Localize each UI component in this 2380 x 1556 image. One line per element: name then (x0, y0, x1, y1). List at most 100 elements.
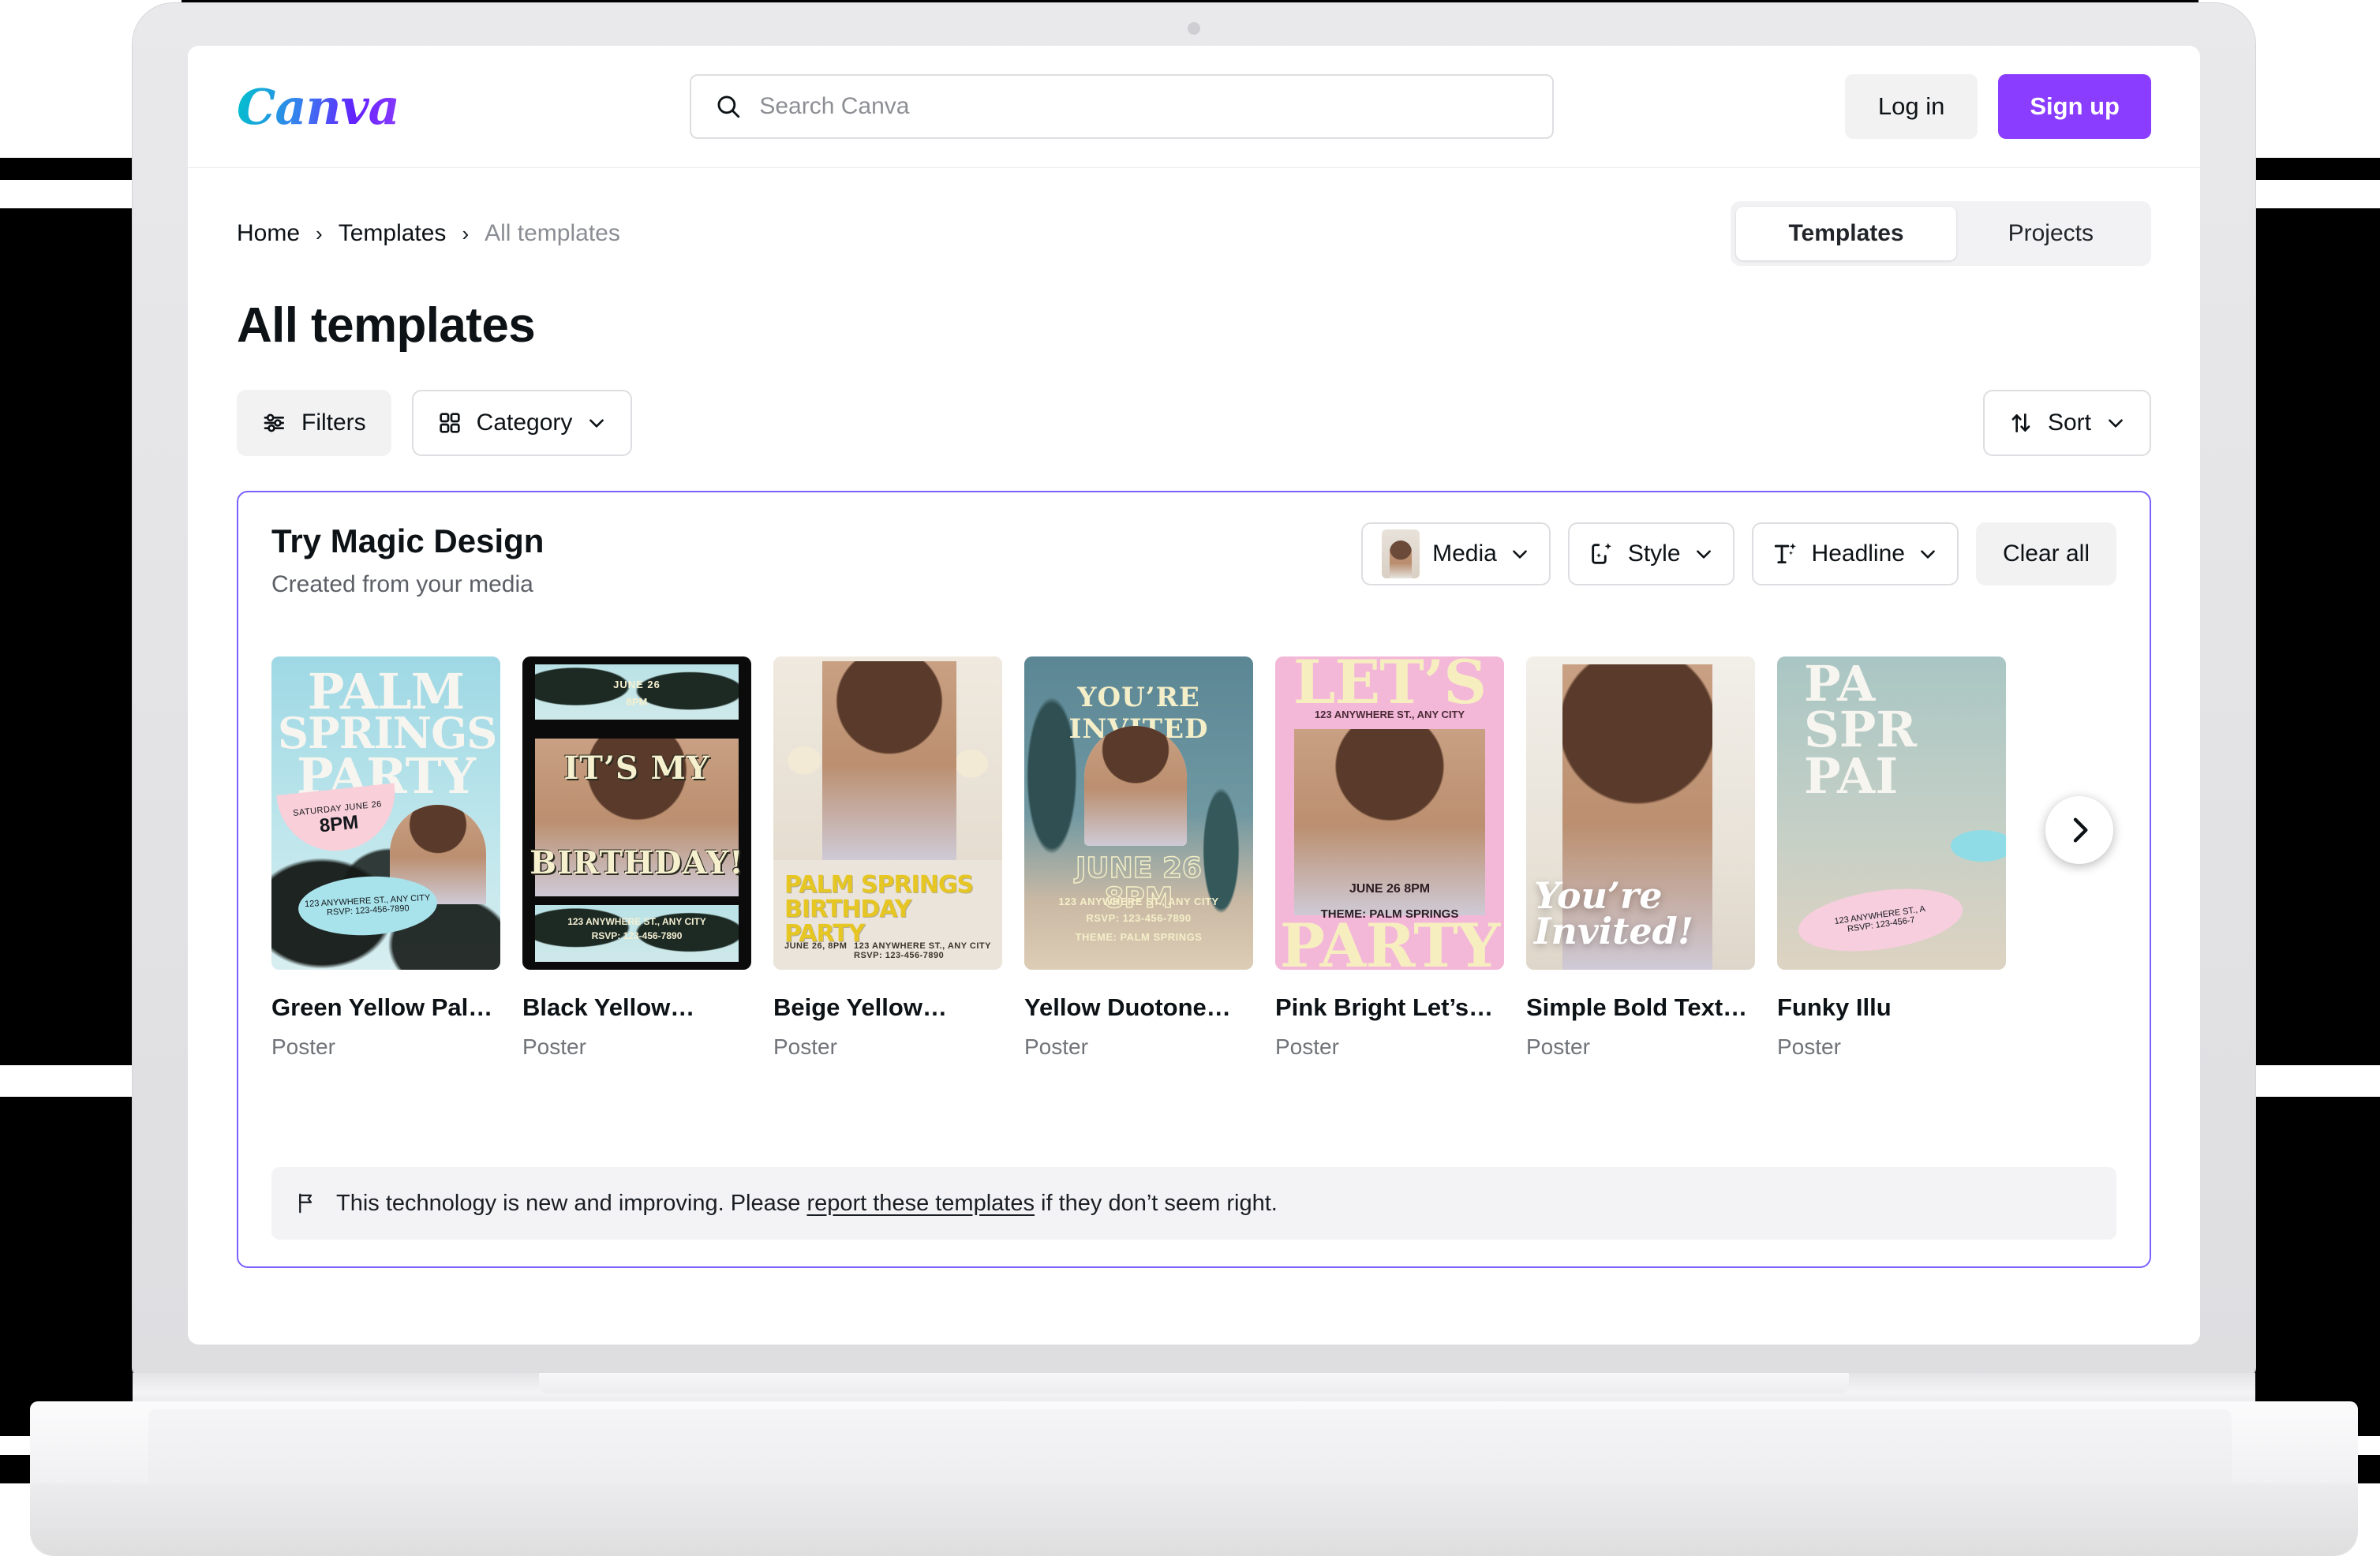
chevron-down-icon (2109, 419, 2123, 428)
template-thumbnail[interactable]: YOU’RE INVITED JUNE 26 8PM THEME: PALM S… (1024, 656, 1253, 970)
poster-rsvp: RSVP: 123-456-7890 (591, 930, 683, 941)
poster-date: JUNE 26 (1075, 852, 1202, 885)
poster-photo (535, 664, 739, 720)
poster-theme: THEME: PALM SPRINGS (1075, 931, 1203, 943)
search-area (399, 74, 1845, 139)
category-dropdown[interactable]: Category (411, 390, 633, 456)
clear-all-button[interactable]: Clear all (1975, 522, 2116, 585)
breadcrumb-item-all-templates: All templates (485, 220, 620, 246)
poster-heading-line: PARTY (1279, 911, 1500, 970)
media-label: Media (1432, 540, 1497, 567)
notice-text: This technology is new and improving. Pl… (336, 1191, 1278, 1217)
poster-address: 123 ANYWHERE ST., ANY CITY (567, 916, 706, 927)
style-dropdown[interactable]: Style (1567, 522, 1734, 585)
poster-date: JUNE 26 (613, 679, 660, 690)
poster-date: JUNE 26, 8PM (784, 941, 848, 951)
template-thumbnail[interactable]: You’re Invited! (1526, 656, 1755, 970)
magic-design-notice: This technology is new and improving. Pl… (271, 1167, 2116, 1240)
search-input[interactable] (759, 93, 1529, 120)
template-card[interactable]: YOU’RE INVITED JUNE 26 8PM THEME: PALM S… (1024, 656, 1253, 1060)
view-switch: Templates Projects (1731, 201, 2151, 266)
poster-heading-line: BIRTHDAY PARTY (784, 896, 911, 948)
template-title: Pink Bright Let’s… (1275, 993, 1494, 1021)
magic-design-controls: Media Style Headline Clear all (1361, 522, 2116, 585)
poster-heading: PA SPR PAI (1804, 659, 2006, 800)
poster-photo (773, 656, 1002, 860)
template-thumbnail[interactable]: JUNE 26 8PM IT’S MY BIRTHDAY! 123 ANYWHE… (522, 656, 751, 970)
template-thumbnail[interactable]: PA SPR PAI 123 ANYWHERE ST., A RSVP: 123… (1777, 656, 2006, 970)
template-thumbnail[interactable]: PALM SPRINGS BIRTHDAY PARTY JUNE 26, 8PM… (773, 656, 1002, 970)
poster-heading-line: IT’S MY (563, 750, 710, 787)
poster-film-frame: JUNE 26 8PM (535, 664, 739, 720)
laptop-camera (1188, 22, 1200, 35)
sliders-icon (264, 413, 284, 432)
media-thumbnail-icon (1382, 529, 1420, 578)
template-title: Black Yellow… (522, 993, 695, 1021)
breadcrumb-item-templates[interactable]: Templates (339, 220, 447, 247)
chevron-right-icon: › (462, 221, 470, 245)
template-thumbnail[interactable]: PALM SPRINGS PARTY SATURDAY JUNE 26 8PM (271, 656, 500, 970)
poster-date: JUNE 26 8PM (1349, 882, 1431, 896)
template-type: Poster (1024, 1034, 1088, 1059)
template-card[interactable]: PALM SPRINGS BIRTHDAY PARTY JUNE 26, 8PM… (773, 656, 1002, 1060)
media-dropdown[interactable]: Media (1361, 522, 1551, 585)
poster-meta: JUNE 26, 8PM 123 ANYWHERE ST., ANY CITY … (784, 941, 991, 960)
template-card[interactable]: PALM SPRINGS PARTY SATURDAY JUNE 26 8PM (271, 656, 500, 1060)
canva-page: Canva Log in Sign up (188, 46, 2200, 1345)
auth-buttons: Log in Sign up (1844, 74, 2151, 139)
breadcrumb-item-home[interactable]: Home (237, 220, 300, 247)
tab-templates[interactable]: Templates (1736, 207, 1956, 260)
headline-dropdown[interactable]: Headline (1751, 522, 1959, 585)
category-label: Category (476, 410, 573, 436)
poster-heading: PALM SPRINGS PARTY (278, 667, 497, 800)
poster-heading-line: PALM SPRINGS (784, 871, 974, 899)
poster-heading: PALM SPRINGS BIRTHDAY PARTY (773, 860, 1002, 947)
controls-left: Filters Category (237, 390, 633, 456)
template-card[interactable]: PA SPR PAI 123 ANYWHERE ST., A RSVP: 123… (1777, 656, 2006, 1060)
sort-dropdown[interactable]: Sort (1982, 390, 2151, 456)
search-icon (717, 95, 740, 118)
login-button[interactable]: Log in (1844, 74, 1978, 139)
top-navigation-bar: Canva Log in Sign up (188, 46, 2200, 168)
laptop-hinge-notch (539, 1373, 1849, 1393)
poster-heading: You’re Invited! (1534, 873, 1747, 952)
poster-heading-line: You’re (1534, 873, 1663, 917)
template-type: Poster (1777, 1034, 1841, 1059)
poster-address: 123 ANYWHERE ST., ANY CITY (854, 941, 991, 951)
template-type: Poster (773, 1034, 837, 1059)
sort-label: Sort (2047, 410, 2091, 436)
template-type: Poster (1275, 1034, 1339, 1059)
poster-address-block: 123 ANYWHERE ST., ANY CITY RSVP: 123-456… (854, 941, 991, 960)
template-title: Beige Yellow… (773, 993, 947, 1021)
signup-button[interactable]: Sign up (1998, 74, 2151, 139)
template-title: Funky Illu (1777, 993, 1892, 1021)
magic-design-titles: Try Magic Design Created from your media (271, 522, 544, 598)
template-card[interactable]: JUNE 26 8PM IT’S MY BIRTHDAY! 123 ANYWHE… (522, 656, 751, 1060)
template-card[interactable]: LET’S 123 ANYWHERE ST., ANY CITY JUNE 26… (1275, 656, 1504, 1060)
grid-icon (440, 413, 460, 433)
poster-photo-arch (1084, 726, 1187, 846)
poster-heading-line: Invited! (1534, 909, 1694, 952)
headline-text-icon (1774, 543, 1796, 564)
magic-design-panel: Try Magic Design Created from your media… (237, 491, 2151, 1268)
headline-label: Headline (1811, 540, 1905, 567)
poster-text-block: PALM SPRINGS BIRTHDAY PARTY JUNE 26, 8PM… (773, 860, 1002, 970)
magic-design-subtitle: Created from your media (271, 571, 533, 597)
poster-address-block: 123 ANYWHERE ST., ANY CITY RSVP: 123-456… (1024, 894, 1253, 927)
chevron-right-icon (2073, 817, 2088, 843)
style-sparkle-icon (1592, 543, 1611, 564)
template-card[interactable]: You’re Invited! Simple Bold Text… Poster (1526, 656, 1755, 1060)
poster-address-block: 123 ANYWHERE ST., ANY CITY RSVP: 123-456… (522, 915, 751, 943)
template-thumbnail[interactable]: LET’S 123 ANYWHERE ST., ANY CITY JUNE 26… (1275, 656, 1504, 970)
sort-arrows-icon (2011, 413, 2030, 432)
report-templates-link[interactable]: report these templates (806, 1191, 1035, 1216)
laptop-mockup: Canva Log in Sign up (30, 0, 2358, 1556)
chevron-down-icon (1921, 550, 1935, 559)
poster-rsvp: RSVP: 123-456-7890 (854, 951, 945, 960)
filters-button[interactable]: Filters (237, 390, 391, 456)
template-title: Yellow Duotone… (1024, 993, 1231, 1021)
canva-logo[interactable]: Canva (237, 78, 400, 136)
tab-projects[interactable]: Projects (1956, 207, 2146, 260)
search-box[interactable] (690, 74, 1555, 139)
carousel-next-button[interactable] (2045, 796, 2113, 864)
